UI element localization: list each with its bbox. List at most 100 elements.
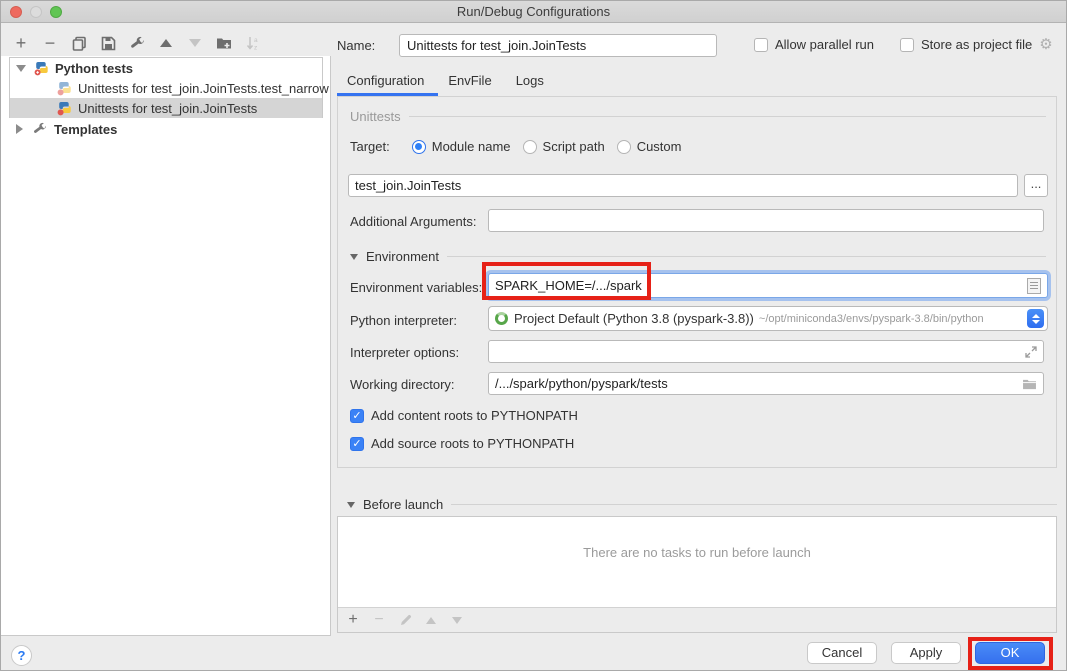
radio-script-path[interactable]: Script path <box>523 139 605 154</box>
add-source-roots-checkbox[interactable]: ✓ Add source roots to PYTHONPATH <box>350 436 574 451</box>
browse-variables-icon[interactable] <box>1027 278 1041 294</box>
tree-item-label: Templates <box>54 122 117 137</box>
radio-unselected-icon[interactable] <box>523 140 537 154</box>
add-content-roots-checkbox[interactable]: ✓ Add content roots to PYTHONPATH <box>350 408 578 423</box>
store-as-project-file-checkbox[interactable]: Store as project file ⚙ <box>900 37 1053 52</box>
cancel-button[interactable]: Cancel <box>807 642 877 664</box>
apply-button[interactable]: Apply <box>891 642 961 664</box>
copy-configuration-icon[interactable] <box>71 35 87 51</box>
remove-task-icon: − <box>372 613 386 627</box>
python-interpreter-path: ~/opt/miniconda3/envs/pyspark-3.8/bin/py… <box>759 313 984 325</box>
python-interpreter-dropdown[interactable]: Project Default (Python 3.8 (pyspark-3.8… <box>488 306 1048 331</box>
environment-section-label: Environment <box>366 249 439 264</box>
target-module-value: test_join.JoinTests <box>355 178 461 193</box>
tree-item-python-tests[interactable]: Python tests <box>1 58 331 78</box>
target-row: Target: Module name Script path Custom <box>350 139 681 154</box>
configurations-tree: Python tests Unittests for test_join.Joi… <box>1 56 331 636</box>
help-button[interactable]: ? <box>11 645 32 666</box>
store-as-project-file-label: Store as project file <box>921 37 1032 52</box>
tree-item-label: Unittests for test_join.JoinTests.test_n… <box>78 81 329 96</box>
python-interpreter-label: Python interpreter: <box>350 313 457 328</box>
tree-item-templates[interactable]: Templates <box>1 119 331 139</box>
browse-module-button[interactable]: ... <box>1024 174 1048 197</box>
checkbox-checked-icon[interactable]: ✓ <box>350 409 364 423</box>
dropdown-stepper-icon[interactable] <box>1027 309 1044 328</box>
checkbox-checked-icon[interactable]: ✓ <box>350 437 364 451</box>
save-configuration-icon[interactable] <box>100 35 116 51</box>
before-launch-toolbar: + − <box>338 607 1056 632</box>
radio-custom-label: Custom <box>637 139 682 154</box>
window-title: Run/Debug Configurations <box>1 4 1066 19</box>
edit-task-pencil-icon <box>398 613 412 627</box>
tab-logs[interactable]: Logs <box>506 69 558 96</box>
chevron-right-icon[interactable] <box>16 124 23 134</box>
additional-arguments-label: Additional Arguments: <box>350 214 476 229</box>
environment-section-header[interactable]: Environment <box>350 249 1046 264</box>
gear-icon[interactable]: ⚙ <box>1039 37 1052 52</box>
new-folder-icon[interactable] <box>216 35 232 51</box>
chevron-down-icon[interactable] <box>347 502 355 508</box>
tree-item-jointests-selected[interactable]: Unittests for test_join.JoinTests <box>10 98 322 118</box>
environment-variables-value: SPARK_HOME=/.../spark <box>495 278 642 293</box>
add-content-roots-label: Add content roots to PYTHONPATH <box>371 408 578 423</box>
radio-unselected-icon[interactable] <box>617 140 631 154</box>
unittests-section-header: Unittests <box>350 109 1046 124</box>
before-launch-empty-text: There are no tasks to run before launch <box>338 545 1056 560</box>
unittests-section-label: Unittests <box>350 109 401 124</box>
edit-templates-wrench-icon[interactable] <box>129 35 145 51</box>
radio-custom[interactable]: Custom <box>617 139 682 154</box>
tab-configuration[interactable]: Configuration <box>337 69 438 96</box>
configuration-tabs: Configuration EnvFile Logs <box>337 69 558 96</box>
add-task-icon[interactable]: + <box>346 613 360 627</box>
run-debug-configurations-dialog: Run/Debug Configurations + − az <box>0 0 1067 671</box>
move-up-icon <box>424 613 438 627</box>
move-up-icon[interactable] <box>158 35 174 51</box>
folder-icon[interactable] <box>1022 378 1037 390</box>
before-launch-panel: There are no tasks to run before launch … <box>337 516 1057 633</box>
add-configuration-icon[interactable]: + <box>13 35 29 51</box>
svg-text:z: z <box>254 44 257 51</box>
before-launch-section-label: Before launch <box>363 497 443 512</box>
remove-configuration-icon[interactable]: − <box>42 35 58 51</box>
name-input[interactable] <box>399 34 717 57</box>
before-launch-section-header[interactable]: Before launch <box>347 497 1057 512</box>
interpreter-options-input[interactable] <box>488 340 1044 363</box>
tree-item-label: Unittests for test_join.JoinTests <box>78 101 257 116</box>
allow-parallel-run-checkbox[interactable]: Allow parallel run <box>754 37 874 52</box>
additional-arguments-input[interactable] <box>488 209 1044 232</box>
tree-item-test-narrow[interactable]: Unittests for test_join.JoinTests.test_n… <box>1 78 331 98</box>
target-module-input[interactable]: test_join.JoinTests <box>348 174 1018 197</box>
move-down-icon <box>450 613 464 627</box>
radio-selected-icon[interactable] <box>412 140 426 154</box>
working-directory-value: /.../spark/python/pyspark/tests <box>495 376 668 391</box>
radio-module-name[interactable]: Module name <box>412 139 511 154</box>
ok-button[interactable]: OK <box>975 642 1045 664</box>
title-bar: Run/Debug Configurations <box>1 1 1066 23</box>
name-label: Name: <box>337 38 375 53</box>
checkbox-unchecked-icon[interactable] <box>900 38 914 52</box>
target-label: Target: <box>350 139 390 154</box>
configuration-panel: Unittests Target: Module name Script pat… <box>337 96 1057 468</box>
chevron-down-icon[interactable] <box>16 65 26 72</box>
tree-item-label: Python tests <box>55 61 133 76</box>
python-test-icon <box>57 81 72 96</box>
checkbox-unchecked-icon[interactable] <box>754 38 768 52</box>
working-directory-label: Working directory: <box>350 377 455 392</box>
sort-alpha-icon: az <box>245 35 261 51</box>
chevron-down-icon[interactable] <box>350 254 358 260</box>
tab-envfile[interactable]: EnvFile <box>438 69 505 96</box>
configurations-toolbar: + − az <box>13 33 261 53</box>
move-down-icon <box>187 35 203 51</box>
add-source-roots-label: Add source roots to PYTHONPATH <box>371 436 574 451</box>
python-tests-icon <box>34 61 49 76</box>
environment-variables-input[interactable]: SPARK_HOME=/.../spark <box>488 273 1048 298</box>
allow-parallel-run-label: Allow parallel run <box>775 37 874 52</box>
interpreter-options-label: Interpreter options: <box>350 345 459 360</box>
environment-variables-label: Environment variables: <box>350 280 482 295</box>
wrench-icon <box>32 121 48 137</box>
expand-icon[interactable] <box>1025 346 1037 358</box>
python-interpreter-value: Project Default (Python 3.8 (pyspark-3.8… <box>514 311 754 326</box>
working-directory-input[interactable]: /.../spark/python/pyspark/tests <box>488 372 1044 395</box>
python-test-icon <box>57 101 72 116</box>
radio-module-name-label: Module name <box>432 139 511 154</box>
